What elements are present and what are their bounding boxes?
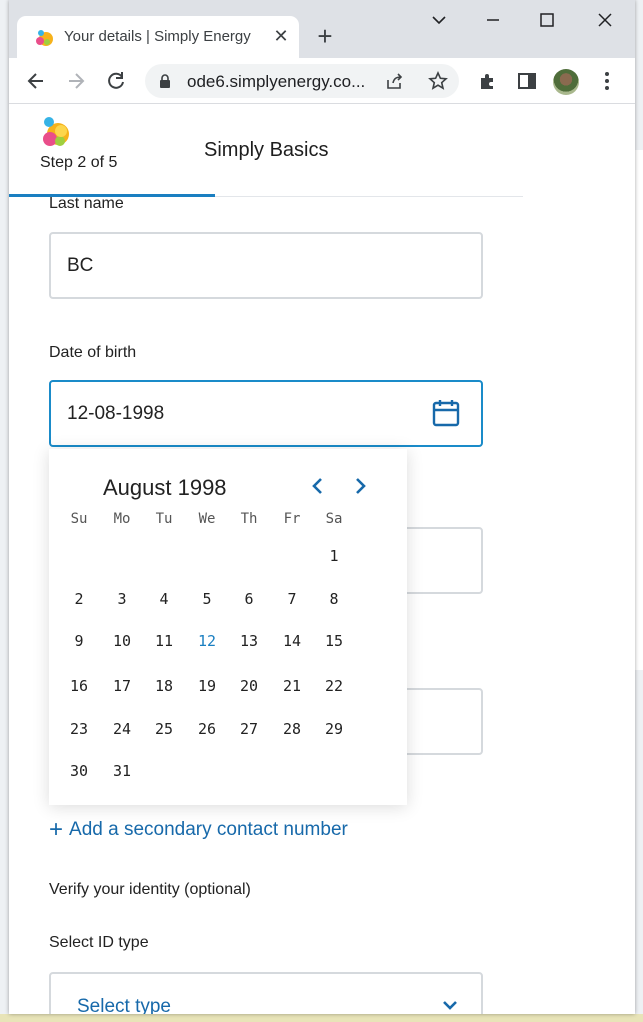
tab-close-icon[interactable]: ✕: [269, 24, 293, 48]
url-text: ode6.simplyenergy.co...: [187, 72, 366, 91]
browser-window: Your details | Simply Energy ✕ + ode6.si…: [9, 0, 635, 1014]
taskbar-strip: [0, 1014, 643, 1022]
day-cell[interactable]: 10: [102, 632, 142, 650]
day-cell[interactable]: 27: [229, 720, 269, 738]
favicon-icon: [36, 30, 53, 46]
day-cell[interactable]: 8: [314, 590, 354, 608]
verify-identity-heading: Verify your identity (optional): [49, 881, 251, 898]
day-cell[interactable]: 3: [102, 590, 142, 608]
dob-field[interactable]: 12-08-1998: [49, 380, 483, 447]
calendar-icon[interactable]: [431, 398, 461, 428]
day-cell[interactable]: 28: [272, 720, 312, 738]
day-cell[interactable]: 7: [272, 590, 312, 608]
weekday-label: Su: [70, 511, 88, 527]
day-cell[interactable]: 4: [144, 590, 184, 608]
forward-icon[interactable]: [62, 67, 90, 95]
day-cell[interactable]: 5: [187, 590, 227, 608]
back-icon[interactable]: [22, 67, 50, 95]
weekday-label: Th: [240, 511, 258, 527]
minimize-icon: [487, 19, 499, 21]
browser-tab[interactable]: Your details | Simply Energy ✕: [17, 16, 299, 58]
day-cell[interactable]: 26: [187, 720, 227, 738]
day-cell[interactable]: 6: [229, 590, 269, 608]
address-bar[interactable]: ode6.simplyenergy.co...: [145, 64, 459, 98]
close-icon: [598, 13, 612, 27]
signup-header: Step 2 of 5 Simply Basics: [9, 105, 523, 197]
close-window-button[interactable]: [585, 6, 625, 34]
share-icon[interactable]: [385, 71, 405, 91]
calendar-month-year: August 1998: [103, 475, 227, 500]
day-cell[interactable]: 11: [144, 632, 184, 650]
weekday-label: Sa: [325, 511, 343, 527]
id-type-value: Select type: [77, 996, 171, 1014]
profile-avatar[interactable]: [553, 69, 579, 95]
chevron-right-icon[interactable]: [347, 471, 373, 501]
day-cell[interactable]: 31: [102, 762, 142, 780]
day-cell[interactable]: 9: [59, 632, 99, 650]
chevron-down-icon: [443, 1001, 457, 1010]
day-cell[interactable]: 24: [102, 720, 142, 738]
browser-toolbar: ode6.simplyenergy.co...: [9, 58, 635, 104]
day-cell[interactable]: 19: [187, 677, 227, 695]
energy-logo-icon: [43, 117, 69, 146]
menu-dots-icon[interactable]: [593, 67, 621, 95]
maximize-icon: [540, 13, 554, 27]
last-name-value: BC: [67, 255, 94, 276]
lock-icon[interactable]: [157, 73, 173, 89]
day-cell[interactable]: 1: [314, 547, 354, 565]
weekday-label: Fr: [283, 511, 301, 527]
day-cell[interactable]: 21: [272, 677, 312, 695]
tab-search-button[interactable]: [419, 6, 459, 34]
dob-label: Date of birth: [49, 344, 137, 361]
title-bar: Your details | Simply Energy ✕ +: [9, 0, 635, 58]
add-secondary-contact-label: Add a secondary contact number: [69, 819, 348, 840]
last-name-field[interactable]: BC: [49, 232, 483, 299]
plan-title: Simply Basics: [204, 139, 329, 161]
date-picker: August 1998 Su Mo Tu We Th Fr Sa 1 2 3 4 5 6 7 8 9 10 11…: [49, 449, 407, 805]
star-icon[interactable]: [427, 70, 449, 92]
side-panel-icon[interactable]: [513, 67, 541, 95]
day-cell[interactable]: 18: [144, 677, 184, 695]
day-cell[interactable]: 13: [229, 632, 269, 650]
tab-title: Your details | Simply Energy: [64, 28, 251, 45]
id-type-label: Select ID type: [49, 934, 149, 951]
day-cell[interactable]: 29: [314, 720, 354, 738]
weekday-label: We: [198, 511, 216, 527]
minimize-button[interactable]: [473, 6, 513, 34]
day-cell[interactable]: 25: [144, 720, 184, 738]
reload-icon[interactable]: [102, 67, 130, 95]
dob-value: 12-08-1998: [67, 403, 165, 424]
id-type-select[interactable]: Select type: [49, 972, 483, 1014]
background-window-strip: [634, 150, 643, 670]
day-cell[interactable]: 22: [314, 677, 354, 695]
weekday-label: Mo: [113, 511, 131, 527]
day-cell[interactable]: 23: [59, 720, 99, 738]
last-name-label: Last name: [49, 195, 124, 212]
chevron-left-icon[interactable]: [305, 471, 331, 501]
day-cell[interactable]: 14: [272, 632, 312, 650]
day-cell[interactable]: 20: [229, 677, 269, 695]
weekday-label: Tu: [155, 511, 173, 527]
maximize-button[interactable]: [527, 6, 567, 34]
day-cell[interactable]: 12: [187, 632, 227, 650]
step-label: Step 2 of 5: [40, 154, 118, 171]
day-cell[interactable]: 15: [314, 632, 354, 650]
add-secondary-contact-link[interactable]: + Add a secondary contact number: [49, 816, 348, 844]
day-cell[interactable]: 17: [102, 677, 142, 695]
chevron-down-icon: [432, 16, 446, 25]
page-content: Step 2 of 5 Simply Basics Last name BC D…: [9, 105, 635, 1014]
day-cell[interactable]: 2: [59, 590, 99, 608]
day-cell[interactable]: 16: [59, 677, 99, 695]
plus-icon: +: [49, 816, 64, 843]
new-tab-button[interactable]: +: [311, 22, 339, 50]
extensions-icon[interactable]: [473, 67, 501, 95]
day-cell[interactable]: 30: [59, 762, 99, 780]
